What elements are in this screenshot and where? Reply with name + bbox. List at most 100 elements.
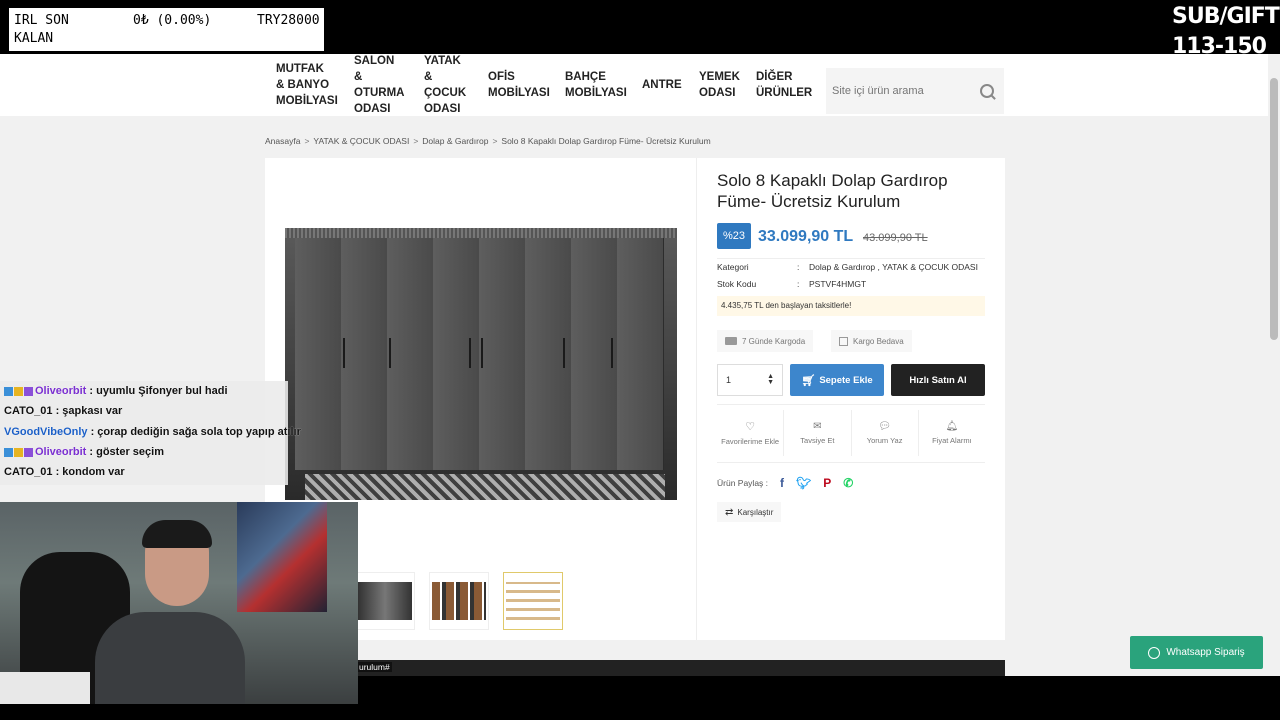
badge-icon — [4, 386, 13, 396]
main-nav: MUTFAK & BANYO MOBİLYASI SALON & OTURMA … — [266, 54, 818, 116]
nav-item-yatak[interactable]: YATAK & ÇOCUK ODASI — [414, 54, 478, 117]
facebook-icon[interactable]: f — [780, 476, 784, 490]
whatsapp-icon — [1148, 646, 1161, 659]
add-favorite-button[interactable]: ♡ Favorilerime Ekle — [717, 410, 785, 456]
chat-text: : çorap dediğin sağa sola top yapıp atıl… — [87, 426, 301, 438]
write-review-label: Yorum Yaz — [866, 436, 903, 445]
chat-message: Oliveorbit : göster seçim — [4, 446, 164, 458]
goal-progress: 0₺ (0.00%) — [133, 13, 212, 28]
nav-item-salon[interactable]: SALON & OTURMA ODASI — [344, 54, 414, 117]
goal-title: IRL SON KALAN — [14, 13, 69, 46]
badge-icon — [24, 447, 33, 457]
door-handle — [343, 338, 345, 368]
breadcrumb-category[interactable]: YATAK & ÇOCUK ODASI — [313, 136, 409, 146]
whatsapp-share-icon[interactable]: ✆ — [843, 476, 853, 490]
nav-item-diger[interactable]: DİĞER ÜRÜNLER — [746, 69, 818, 101]
thumbnail-3[interactable] — [503, 572, 563, 630]
wardrobe-door — [295, 238, 342, 470]
stock-row: Stok Kodu: PSTVF4HMGT — [717, 279, 866, 289]
chat-username: Oliveorbit — [35, 385, 87, 397]
breadcrumb-current: Solo 8 Kapaklı Dolap Gardırop Füme- Ücre… — [501, 136, 711, 146]
nav-item-yemek[interactable]: YEMEK ODASI — [689, 69, 746, 101]
page-scrollbar[interactable] — [1268, 54, 1280, 676]
product-card: Solo 8 Kapaklı Dolap Gardırop Füme- Ücre… — [265, 158, 1005, 640]
chat-text: : kondom var — [52, 466, 125, 478]
chat-text: : göster seçim — [86, 446, 164, 458]
divider — [717, 258, 985, 259]
thumbnail-strip — [355, 572, 563, 630]
door-handle — [481, 338, 483, 368]
free-shipping-chip-label: Kargo Bedava — [853, 336, 904, 346]
compare-button[interactable]: ⇄ Karşılaştır — [717, 502, 782, 522]
stock-label: Stok Kodu — [717, 279, 757, 289]
buy-now-button[interactable]: Hızlı Satın Al — [891, 364, 985, 396]
shipping-chip: 7 Günde Kargoda — [717, 330, 814, 352]
thumbnail-1[interactable] — [355, 572, 415, 630]
wardrobe-door — [341, 238, 388, 470]
scrollbar-thumb[interactable] — [1270, 78, 1278, 340]
nav-item-ofis[interactable]: OFİS MOBİLYASI — [478, 69, 555, 101]
search-input[interactable] — [826, 84, 974, 98]
breadcrumb-subcategory[interactable]: Dolap & Gardırop — [422, 136, 488, 146]
chat-text: : uyumlu Şifonyer bul hadi — [86, 385, 228, 397]
chat-message: CATO_01 : şapkası var — [4, 405, 122, 417]
subgift-counter: SUB/GIFT 113-150 — [1172, 2, 1280, 54]
anchor-label: urulum# — [357, 662, 392, 672]
search-box — [826, 68, 1004, 114]
twitter-icon[interactable]: 🐦︎ — [796, 476, 811, 490]
search-icon[interactable] — [980, 84, 994, 98]
thumbnail-2[interactable] — [429, 572, 489, 630]
nav-item-bahce[interactable]: BAHÇE MOBİLYASI — [555, 69, 632, 101]
colon: : — [797, 279, 800, 289]
chat-username: CATO_01 — [4, 466, 53, 478]
colon: : — [797, 262, 800, 272]
chat-overlay: Oliveorbit : uyumlu Şifonyer bul hadi CA… — [0, 381, 301, 485]
streamer-body — [95, 612, 245, 704]
goal-target: TRY28000 — [257, 13, 320, 28]
donation-goal-widget: IRL SON KALAN 0₺ (0.00%) TRY28000 — [9, 8, 324, 51]
category-value[interactable]: Dolap & Gardırop , YATAK & ÇOCUK ODASI — [809, 262, 978, 272]
gift-icon — [839, 336, 848, 346]
badge-icon — [24, 386, 33, 396]
door-handle — [563, 338, 565, 368]
price-alarm-button[interactable]: 🔔︎ Fiyat Alarmı — [919, 410, 985, 456]
installment-note: 4.435,75 TL den başlayan taksitlerle! — [717, 296, 985, 316]
chat-badges — [4, 447, 33, 457]
cart-icon: 🛒︎ — [801, 374, 816, 387]
image-wall-panel — [285, 228, 677, 238]
chat-text: : şapkası var — [52, 405, 123, 417]
wardrobe-door — [433, 238, 480, 470]
recommend-button[interactable]: ✉ Tavsiye Et — [784, 410, 852, 456]
pinterest-icon[interactable]: P — [823, 476, 831, 490]
breadcrumb-separator: > — [413, 136, 419, 146]
wall-poster — [237, 502, 327, 612]
whatsapp-order-label: Whatsapp Sipariş — [1166, 647, 1245, 658]
breadcrumb: Anasayfa > YATAK & ÇOCUK ODASI > Dolap &… — [265, 136, 711, 146]
price-alarm-label: Fiyat Alarmı — [932, 436, 972, 445]
add-favorite-label: Favorilerime Ekle — [721, 437, 780, 446]
whatsapp-order-button[interactable]: Whatsapp Sipariş — [1130, 636, 1263, 669]
bell-icon: 🔔︎ — [945, 421, 959, 432]
category-label: Kategori — [717, 262, 749, 272]
product-actions: ♡ Favorilerime Ekle ✉ Tavsiye Et 💬︎ Yorum Y… — [717, 410, 985, 456]
quantity-stepper[interactable]: 1 ▲ ▼ — [717, 364, 783, 396]
add-to-cart-button[interactable]: 🛒︎ Sepete Ekle — [790, 364, 884, 396]
door-handle — [611, 338, 613, 368]
breadcrumb-home[interactable]: Anasayfa — [265, 136, 300, 146]
recommend-label: Tavsiye Et — [800, 436, 835, 445]
truck-icon — [725, 337, 737, 345]
old-price: 43.099,90 TL — [863, 232, 928, 244]
write-review-button[interactable]: 💬︎ Yorum Yaz — [852, 410, 919, 456]
share-row: Ürün Paylaş : f 🐦︎ P ✆ — [717, 476, 853, 490]
breadcrumb-separator: > — [304, 136, 310, 146]
door-handle — [389, 338, 391, 368]
product-title: Solo 8 Kapaklı Dolap Gardırop Füme- Ücre… — [717, 171, 948, 211]
product-main-image[interactable] — [285, 228, 677, 500]
chat-message: VGoodVibeOnly : çorap dediğin sağa sola … — [4, 426, 301, 438]
nav-item-antre[interactable]: ANTRE — [632, 77, 689, 93]
chat-message: CATO_01 : kondom var — [4, 466, 125, 478]
free-shipping-chip: Kargo Bedava — [831, 330, 912, 352]
stepper-arrows-icon[interactable]: ▲ ▼ — [767, 373, 774, 386]
nav-item-mutfak[interactable]: MUTFAK & BANYO MOBİLYASI — [266, 61, 344, 109]
chat-username: CATO_01 — [4, 405, 53, 417]
